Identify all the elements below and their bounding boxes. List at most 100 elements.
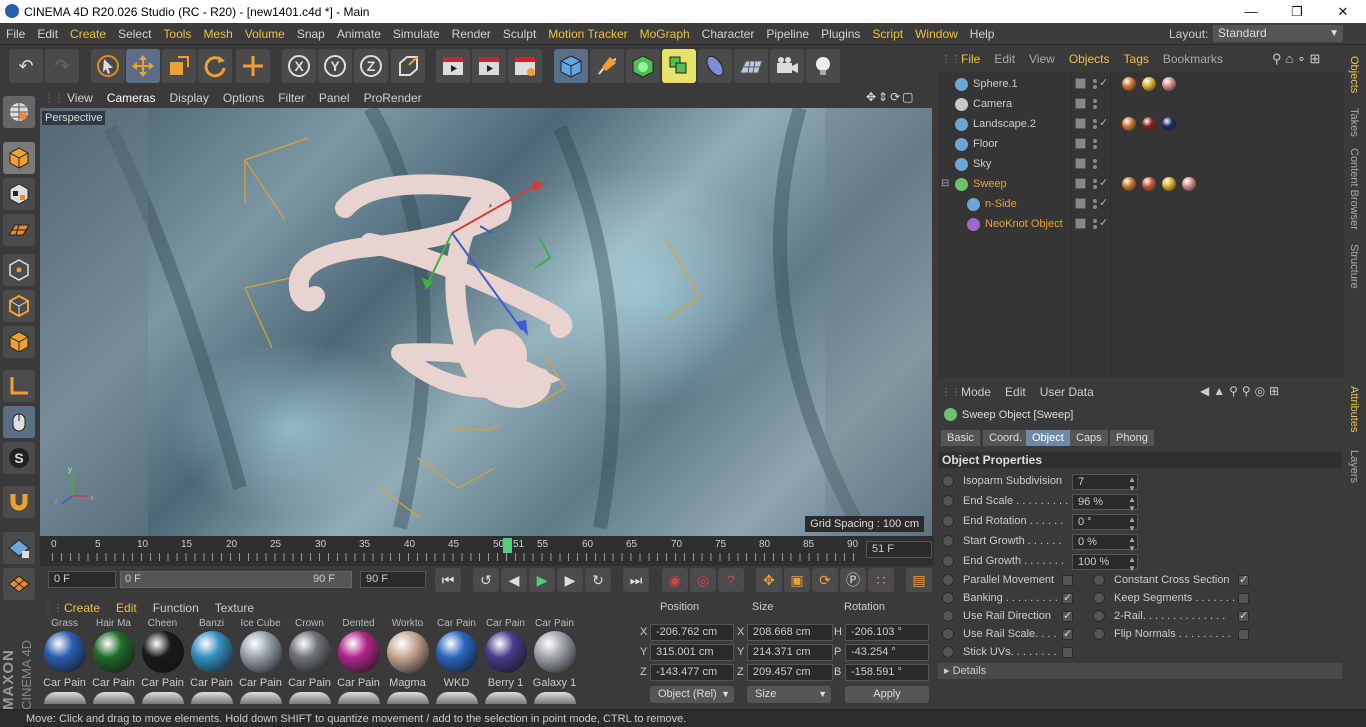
enabled-check-icon[interactable]: ✓ xyxy=(1099,76,1108,89)
keyframe-radio[interactable] xyxy=(942,475,954,487)
object-row[interactable]: Floor xyxy=(938,134,1344,154)
keyframe-radio[interactable] xyxy=(942,592,954,604)
attr-checkbox[interactable]: ✓ xyxy=(1238,611,1249,622)
stepper-icon[interactable]: ▲ ▼ xyxy=(1128,495,1136,513)
layer-switch-icon[interactable] xyxy=(1075,118,1086,129)
material-item[interactable]: Car Pain Berry 1 xyxy=(482,618,529,706)
enabled-check-icon[interactable]: ✓ xyxy=(1099,196,1108,209)
material-item[interactable]: Hair Ma Car Pain xyxy=(90,618,137,706)
material-item[interactable]: Workto Magma xyxy=(384,618,431,706)
menu-help[interactable]: Help xyxy=(964,23,1001,45)
menu-mesh[interactable]: Mesh xyxy=(197,23,238,45)
editor-visibility-dot[interactable] xyxy=(1093,179,1097,183)
material-item[interactable]: Car Pain WKD xyxy=(433,618,480,706)
tab-phong[interactable]: Phong xyxy=(1110,430,1154,446)
attr-checkbox[interactable] xyxy=(1238,593,1249,604)
attr-checkbox[interactable] xyxy=(1062,575,1073,586)
material-tag-icon[interactable] xyxy=(1162,77,1176,91)
editor-visibility-dot[interactable] xyxy=(1093,99,1097,103)
cube-object-button[interactable] xyxy=(554,49,588,83)
rot-b-field[interactable]: -158.591 ° xyxy=(845,664,929,681)
3d-viewport[interactable]: y x z Grid Spacing : 100 cm xyxy=(40,108,932,536)
material-item[interactable]: Banzi Car Pain xyxy=(188,618,235,706)
pos-y-field[interactable]: 315.001 cm xyxy=(650,644,734,661)
pen-spline-button[interactable] xyxy=(590,49,624,83)
render-visibility-dot[interactable] xyxy=(1093,125,1097,129)
locked-workplane-button[interactable] xyxy=(3,532,35,564)
key-scale-button[interactable]: ▣ xyxy=(784,568,810,592)
keyframe-radio[interactable] xyxy=(942,495,954,507)
frame-range-slider[interactable]: 0 F 90 F xyxy=(120,571,352,588)
editor-visibility-dot[interactable] xyxy=(1093,119,1097,123)
attr-checkbox[interactable] xyxy=(1238,629,1249,640)
size-z-field[interactable]: 209.457 cm xyxy=(747,664,833,681)
material-menu-function[interactable]: Function xyxy=(145,601,207,615)
layout-dropdown[interactable]: Standard ▼ xyxy=(1213,25,1343,42)
om-menu-file[interactable]: File xyxy=(954,52,987,66)
material-menu-texture[interactable]: Texture xyxy=(207,601,262,615)
menu-character[interactable]: Character xyxy=(696,23,761,45)
last-tool-button[interactable] xyxy=(236,49,270,83)
start-frame-field[interactable]: 0 F xyxy=(48,571,116,588)
next-key-button[interactable]: ↻ xyxy=(585,568,611,592)
light-button[interactable] xyxy=(806,49,840,83)
tweak-mode-button[interactable] xyxy=(3,406,35,438)
go-to-end-button[interactable]: ⏭ xyxy=(623,568,649,592)
material-item[interactable]: Grass Car Pain xyxy=(41,618,88,706)
move-tool-button[interactable] xyxy=(126,49,160,83)
om-menu-tags[interactable]: Tags xyxy=(1117,52,1156,66)
material-tag-icon[interactable] xyxy=(1142,117,1156,131)
size-y-field[interactable]: 214.371 cm xyxy=(747,644,833,661)
layer-switch-icon[interactable] xyxy=(1075,78,1086,89)
z-axis-button[interactable]: Z xyxy=(354,49,388,83)
tab-object[interactable]: Object xyxy=(1026,430,1070,446)
tab-caps[interactable]: Caps xyxy=(1070,430,1108,446)
collapse-icon[interactable]: ⊟ xyxy=(941,178,949,189)
menu-file[interactable]: File xyxy=(0,23,31,45)
editor-visibility-dot[interactable] xyxy=(1093,79,1097,83)
menu-tools[interactable]: Tools xyxy=(157,23,197,45)
keyframe-radio[interactable] xyxy=(1093,610,1105,622)
auto-key-button[interactable]: ◎ xyxy=(690,568,716,592)
editor-visibility-dot[interactable] xyxy=(1093,159,1097,163)
render-visibility-dot[interactable] xyxy=(1093,165,1097,169)
om-menu-objects[interactable]: Objects xyxy=(1062,52,1117,66)
rotate-tool-button[interactable] xyxy=(198,49,232,83)
material-item[interactable]: Cheen Car Pain xyxy=(139,618,186,706)
pos-z-field[interactable]: -143.477 cm xyxy=(650,664,734,681)
viewport-menu-view[interactable]: View xyxy=(60,91,100,105)
editor-visibility-dot[interactable] xyxy=(1093,219,1097,223)
edges-mode-button[interactable] xyxy=(3,290,35,322)
rot-p-field[interactable]: -43.254 ° xyxy=(845,644,929,661)
menu-snap[interactable]: Snap xyxy=(291,23,331,45)
material-item[interactable]: Ice Cube Car Pain xyxy=(237,618,284,706)
pos-x-field[interactable]: -206.762 cm xyxy=(650,624,734,641)
end-frame-field[interactable]: 90 F xyxy=(360,571,426,588)
viewport-menu-display[interactable]: Display xyxy=(162,91,215,105)
planar-workplane-button[interactable] xyxy=(3,568,35,600)
minimize-button[interactable]: — xyxy=(1228,0,1274,23)
snapping-button[interactable]: S xyxy=(3,442,35,474)
viewport-menu-cameras[interactable]: Cameras xyxy=(100,91,163,105)
menu-plugins[interactable]: Plugins xyxy=(815,23,866,45)
menu-sculpt[interactable]: Sculpt xyxy=(497,23,542,45)
keyframe-radio[interactable] xyxy=(942,610,954,622)
om-menu-edit[interactable]: Edit xyxy=(987,52,1022,66)
current-frame-field[interactable]: 51 F xyxy=(866,541,932,558)
render-settings-button[interactable] xyxy=(508,49,542,83)
attr-checkbox[interactable]: ✓ xyxy=(1062,593,1073,604)
camera-button[interactable] xyxy=(770,49,804,83)
attr-checkbox[interactable]: ✓ xyxy=(1062,629,1073,640)
rot-h-field[interactable]: -206.103 ° xyxy=(845,624,929,641)
enabled-check-icon[interactable]: ✓ xyxy=(1099,216,1108,229)
keyframe-radio[interactable] xyxy=(942,515,954,527)
undo-button[interactable]: ↶ xyxy=(9,49,43,83)
tab-basic[interactable]: Basic xyxy=(941,430,980,446)
material-tag-icon[interactable] xyxy=(1162,117,1176,131)
editor-visibility-dot[interactable] xyxy=(1093,139,1097,143)
attr-checkbox[interactable] xyxy=(1062,647,1073,658)
previous-frame-button[interactable]: ◀ xyxy=(501,568,527,592)
size-x-field[interactable]: 208.668 cm xyxy=(747,624,833,641)
enabled-check-icon[interactable]: ✓ xyxy=(1099,116,1108,129)
coord-mode-dropdown[interactable]: Object (Rel) ▼ xyxy=(650,686,734,703)
